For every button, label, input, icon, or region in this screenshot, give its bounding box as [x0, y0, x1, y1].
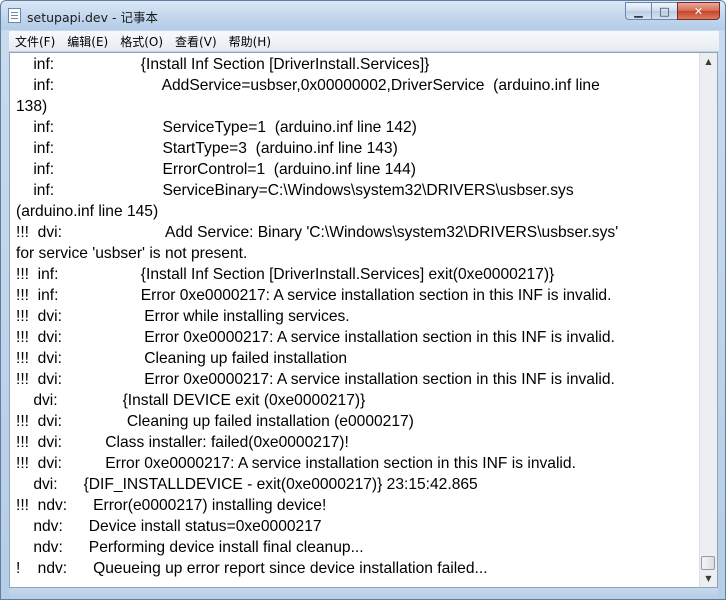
vertical-scrollbar[interactable]: ▲ ▼ — [699, 53, 717, 587]
notepad-window: setupapi.dev - 记事本 ▁ □ ✕ 文件(F) 编辑(E) 格式(… — [0, 0, 726, 600]
maximize-icon: □ — [659, 4, 670, 18]
menu-file[interactable]: 文件(F) — [9, 33, 61, 50]
menu-format[interactable]: 格式(O) — [114, 33, 169, 50]
text-line: ndv: Device install status=0xe0000217 — [16, 518, 322, 535]
maximize-button[interactable]: □ — [651, 2, 677, 20]
text-line: inf: ServiceBinary=C:\Windows\system32\D… — [16, 182, 574, 199]
text-line: !!! dvi: Error 0xe0000217: A service ins… — [16, 371, 615, 388]
close-icon: ✕ — [693, 4, 704, 18]
text-editor[interactable]: inf: {Install Inf Section [DriverInstall… — [9, 52, 718, 588]
text-line: !!! dvi: Error 0xe0000217: A service ins… — [16, 455, 576, 472]
text-line: inf: ErrorControl=1 (arduino.inf line 14… — [16, 161, 416, 178]
text-line: inf: ServiceType=1 (arduino.inf line 142… — [16, 119, 417, 136]
scrollbar-thumb[interactable] — [701, 556, 715, 570]
window-bottom-frame — [9, 588, 718, 599]
text-line: !!! inf: Error 0xe0000217: A service ins… — [16, 287, 612, 304]
window-title: setupapi.dev - 记事本 — [27, 10, 158, 25]
text-line: !!! dvi: Error 0xe0000217: A service ins… — [16, 329, 615, 346]
scroll-down-button[interactable]: ▼ — [700, 570, 717, 587]
text-line: inf: StartType=3 (arduino.inf line 143) — [16, 140, 398, 157]
minimize-icon: ▁ — [634, 4, 643, 18]
text-line: !!! dvi: Add Service: Binary 'C:\Windows… — [16, 224, 619, 241]
menu-help[interactable]: 帮助(H) — [223, 33, 277, 50]
text-line: !!! dvi: Cleaning up failed installation… — [16, 413, 414, 430]
notepad-app-icon[interactable] — [8, 8, 21, 23]
text-line: ndv: Performing device install final cle… — [16, 539, 364, 556]
menu-bar: 文件(F) 编辑(E) 格式(O) 查看(V) 帮助(H) — [9, 31, 719, 52]
window-controls: ▁ □ ✕ — [625, 2, 720, 20]
menu-edit[interactable]: 编辑(E) — [61, 33, 114, 50]
text-line: for service 'usbser' is not present. — [16, 245, 248, 262]
text-line: !!! dvi: Cleaning up failed installation — [16, 350, 348, 367]
text-line: ! ndv: Queueing up error report since de… — [16, 560, 488, 577]
document-text[interactable]: inf: {Install Inf Section [DriverInstall… — [16, 54, 696, 579]
text-line: 138) — [16, 98, 48, 115]
text-line: dvi: {Install DEVICE exit (0xe0000217)} — [16, 392, 366, 409]
text-line: (arduino.inf line 145) — [16, 203, 159, 220]
scroll-up-button[interactable]: ▲ — [700, 53, 717, 70]
minimize-button[interactable]: ▁ — [625, 2, 651, 20]
text-line: inf: AddService=usbser,0x00000002,Driver… — [16, 77, 600, 94]
arrow-down-icon: ▼ — [705, 574, 712, 583]
menu-view[interactable]: 查看(V) — [169, 33, 223, 50]
text-line: !!! ndv: Error(e0000217) installing devi… — [16, 497, 327, 514]
text-line: dvi: {DIF_INSTALLDEVICE - exit(0xe000021… — [16, 476, 478, 493]
text-line: !!! dvi: Class installer: failed(0xe0000… — [16, 434, 349, 451]
text-line: !!! inf: {Install Inf Section [DriverIns… — [16, 266, 555, 283]
text-line: inf: {Install Inf Section [DriverInstall… — [16, 56, 430, 73]
title-bar[interactable]: setupapi.dev - 记事本 ▁ □ ✕ — [1, 1, 725, 30]
arrow-up-icon: ▲ — [705, 57, 712, 66]
close-button[interactable]: ✕ — [677, 2, 720, 20]
text-line: !!! dvi: Error while installing services… — [16, 308, 350, 325]
